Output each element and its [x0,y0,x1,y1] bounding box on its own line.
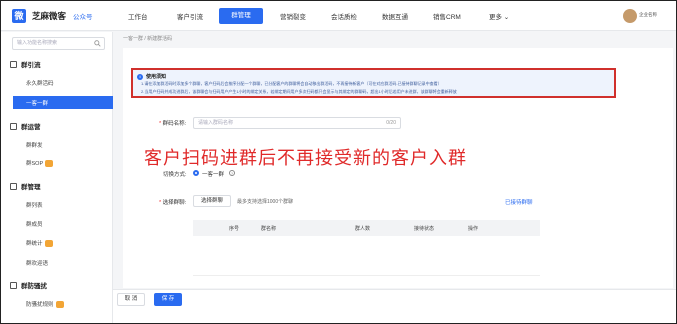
mode-radio-label[interactable]: 一客一群 [202,170,224,178]
sidebar-item-anti-spam-rules[interactable]: 防骚扰规则 [26,300,64,309]
group-mgmt-icon [10,182,17,190]
sidebar-group-group-traffic[interactable]: 群引流 [10,59,41,69]
sidebar-item-group-welcome[interactable]: 群欢迎语 [26,259,48,267]
name-char-count: 0/20 [386,120,396,126]
sidebar-group-anti-spam[interactable]: 群防骚扰 [10,280,47,290]
mode-label: 切换方式: [163,172,187,178]
sidebar-item-group-list[interactable]: 群列表 [26,201,43,209]
nav-more[interactable]: 更多 ⌄ [489,11,509,21]
sidebar-group-group-mgmt[interactable]: 群管理 [10,181,41,191]
nav-workbench[interactable]: 工作台 [128,11,148,21]
group-ops-icon [10,122,17,130]
notice-line-2: 2.当用户扫码并成功进群后，该群聊会与扫码用户产生1小时的绑定关系，若绑定期间用… [141,89,457,94]
nav-group-management[interactable]: 群管理 [219,8,263,24]
info-icon: i [137,73,143,80]
cancel-button[interactable]: 取 消 [117,293,145,306]
name-label: * 群码名称: [159,121,187,127]
sidebar-item-group-broadcast[interactable]: 群群发 [26,141,43,149]
col-group-name: 群名称 [261,226,277,232]
select-hint: 最多支持选择1000个群聊 [237,199,294,205]
nav-customer-traffic[interactable]: 客户引流 [177,11,203,21]
annotation-overlay-text: 客户扫码进群后不再接受新的客户入群 [144,148,467,169]
save-button[interactable]: 保 存 [154,293,182,306]
sidebar-item-group-sop[interactable]: 群SOP [26,159,54,168]
avatar[interactable] [623,9,637,23]
mode-radio[interactable] [193,170,199,176]
vip-badge-icon [55,301,64,309]
help-icon[interactable]: ? [229,170,235,176]
sidebar-item-group-stats[interactable]: 群统计 [26,239,53,248]
col-index: 序号 [229,226,240,232]
vip-badge-icon [44,240,53,248]
footer-bar [113,289,676,323]
col-status: 接待状态 [414,226,435,232]
usage-notice: i 使用须知 1.请在添加群活码时添加多个群聊，客户扫码后会按序分配一个群聊，已… [131,68,616,98]
vip-badge-icon [45,160,54,168]
top-nav-bar: 微 芝麻微客 公众号 工作台 客户引流 群管理 营销裂变 会话质检 数据互通 销… [1,1,676,31]
received-groups-link[interactable]: 已接待群聊 [505,198,533,206]
nav-marketing[interactable]: 营销裂变 [280,11,306,21]
sidebar-item-permanent-code[interactable]: 永久群活码 [26,79,54,87]
group-code-name-input[interactable]: 请输入群码名称 0/20 [193,117,401,129]
nav-session-qc[interactable]: 会话质检 [331,11,357,21]
nav-data-sync[interactable]: 数据互通 [382,11,408,21]
col-member-count: 群人数 [355,226,371,232]
sidebar-search-input[interactable]: 输入功能名称搜索 [12,37,105,50]
nav-sales-crm[interactable]: 销售CRM [433,11,461,21]
sidebar-item-group-members[interactable]: 群成员 [26,220,43,228]
sidebar-group-group-ops[interactable]: 群运营 [10,121,41,131]
user-name[interactable]: 企业名称 [639,12,657,18]
sidebar-item-one-customer-one-group[interactable]: 一客一群 [13,96,113,109]
search-icon[interactable] [94,40,101,47]
group-table-body [193,236,540,276]
group-traffic-icon [10,60,17,68]
notice-title: i 使用须知 [137,73,166,80]
col-actions: 操作 [468,226,479,232]
notice-line-1: 1.请在添加群活码时添加多个群聊，客户扫码后会按序分配一个群聊，已分配客户的群聊… [141,81,442,86]
brand-tag[interactable]: 公众号 [73,11,93,21]
app-window: 微 芝麻微客 公众号 工作台 客户引流 群管理 营销裂变 会话质检 数据互通 销… [0,0,677,324]
brand-name: 芝麻微客 [32,11,67,21]
logo-icon: 微 [12,9,26,23]
select-label: * 选择群聊: [159,200,187,206]
breadcrumb[interactable]: 一客一群 / 新建群活码 [123,35,172,42]
group-table-header: 序号 群名称 群人数 接待状态 操作 [193,220,540,236]
anti-spam-icon [10,281,17,289]
select-group-button[interactable]: 选择群聊 [193,195,231,207]
